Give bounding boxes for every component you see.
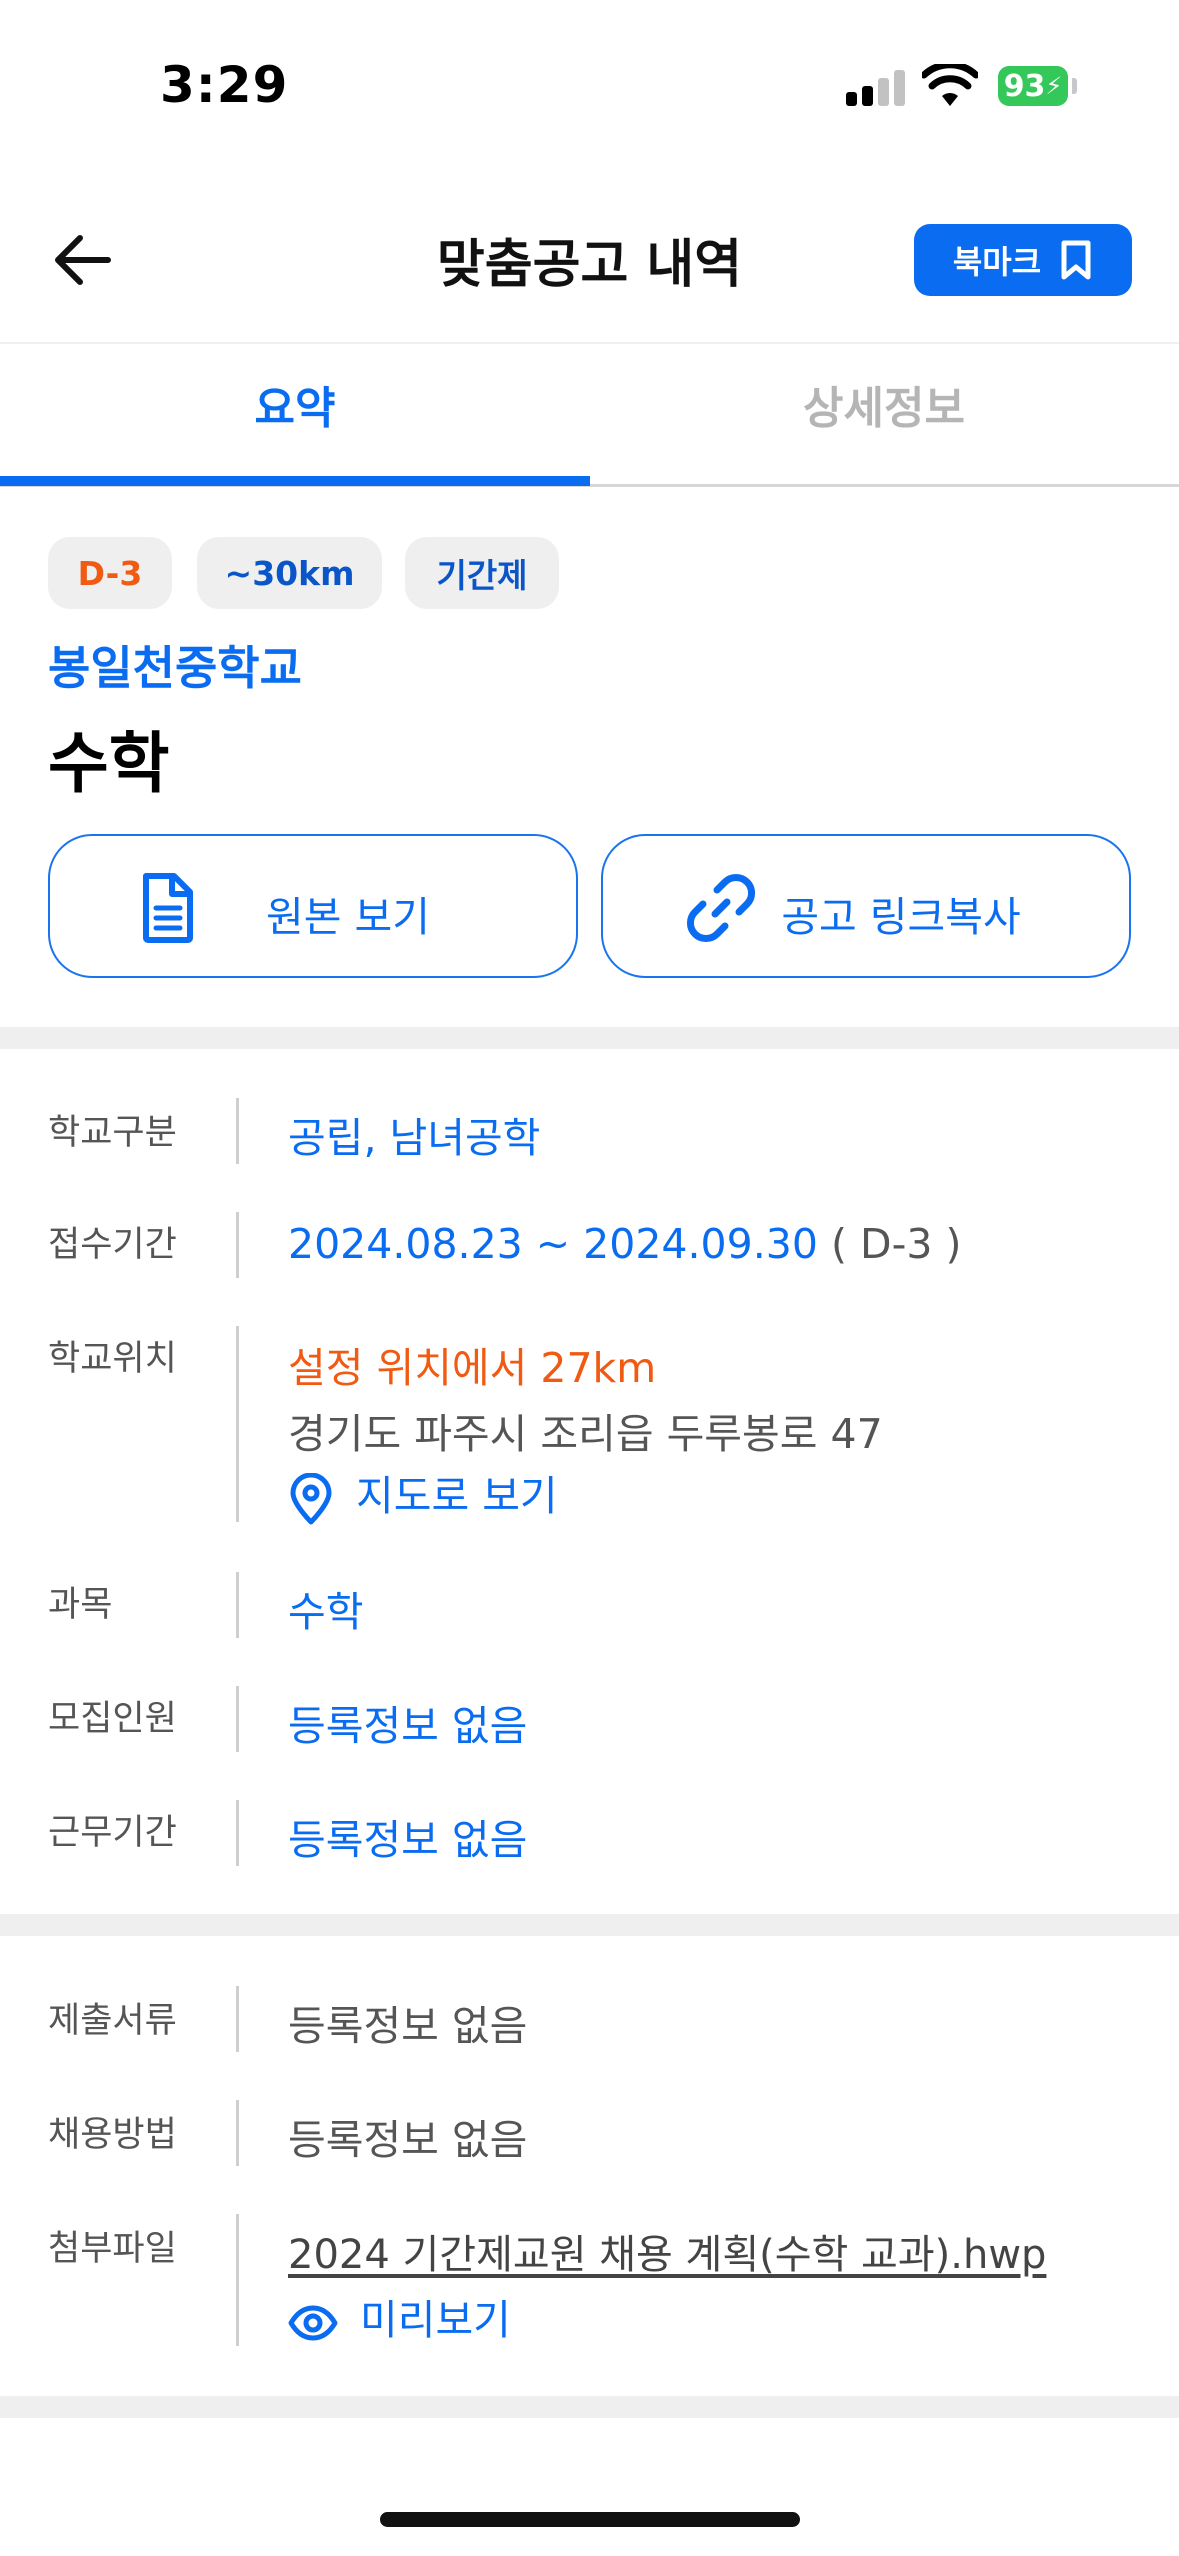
row-divider: [236, 1326, 239, 1522]
period-value: 2024.08.23 ~ 2024.09.30 ( D-3 ): [288, 1220, 961, 1268]
section-separator: [0, 1914, 1179, 1936]
header-divider: [0, 342, 1179, 344]
battery-icon: 93 ⚡: [998, 66, 1068, 106]
view-original-label: 원본 보기: [266, 893, 430, 941]
preview-link[interactable]: 미리보기: [288, 2286, 511, 2346]
period-dates: 2024.08.23 ~ 2024.09.30: [288, 1220, 818, 1268]
recruit-label: 모집인원: [48, 1699, 177, 1739]
employment-type-chip: 기간제: [405, 537, 559, 609]
eye-icon: [288, 2305, 338, 2341]
school-name: 봉일천중학교: [48, 641, 302, 695]
location-distance: 설정 위치에서 27km: [288, 1344, 657, 1392]
school-type-value: 공립, 남녀공학: [288, 1114, 541, 1162]
copy-link-label: 공고 링크복사: [781, 893, 1021, 941]
work-period-value: 등록정보 없음: [288, 1816, 528, 1864]
distance-chip: ~30km: [197, 537, 382, 609]
tab-active-indicator: [0, 476, 590, 486]
bookmark-icon: [1061, 240, 1091, 280]
tab-summary[interactable]: 요약: [0, 372, 590, 436]
period-label: 접수기간: [48, 1225, 177, 1265]
period-dday: ( D-3 ): [830, 1220, 962, 1268]
bookmark-button[interactable]: 북마크: [914, 224, 1132, 296]
view-original-button[interactable]: 원본 보기: [48, 834, 578, 978]
row-divider: [236, 1800, 239, 1866]
status-time: 3:29: [160, 56, 289, 114]
section-separator: [0, 1027, 1179, 1049]
recruit-value: 등록정보 없음: [288, 1702, 528, 1750]
row-divider: [236, 1212, 239, 1278]
map-link-label: 지도로 보기: [356, 1472, 558, 1520]
location-pin-icon: [290, 1473, 332, 1525]
map-link[interactable]: 지도로 보기: [288, 1462, 558, 1525]
method-label: 채용방법: [48, 2115, 177, 2155]
subject-title: 수학: [48, 725, 170, 802]
attachment-label: 첨부파일: [48, 2229, 177, 2269]
dday-chip: D-3: [48, 537, 172, 609]
row-divider: [236, 1098, 239, 1164]
section-separator: [0, 2396, 1179, 2418]
row-divider: [236, 2100, 239, 2166]
work-period-label: 근무기간: [48, 1813, 177, 1853]
battery-cap: [1072, 78, 1077, 94]
location-label: 학교위치: [48, 1339, 177, 1379]
tab-detail[interactable]: 상세정보: [589, 372, 1179, 436]
row-divider: [236, 1986, 239, 2052]
subject-value: 수학: [288, 1588, 364, 1636]
bookmark-label: 북마크: [952, 243, 1042, 281]
row-divider: [236, 1572, 239, 1638]
preview-label: 미리보기: [360, 2296, 511, 2344]
school-type-label: 학교구분: [48, 1113, 177, 1153]
row-divider: [236, 1686, 239, 1752]
attachment-file-link[interactable]: 2024 기간제교원 채용 계획(수학 교과).hwp: [288, 2222, 1046, 2280]
row-divider: [236, 2214, 239, 2346]
wifi-icon: [922, 64, 978, 106]
submit-docs-value: 등록정보 없음: [288, 2002, 528, 2050]
submit-docs-label: 제출서류: [48, 2001, 177, 2041]
cellular-signal-icon: [846, 70, 906, 106]
method-value: 등록정보 없음: [288, 2116, 528, 2164]
copy-link-button[interactable]: 공고 링크복사: [601, 834, 1131, 978]
battery-level: 93: [1003, 68, 1046, 104]
location-address: 경기도 파주시 조리읍 두루봉로 47: [288, 1410, 883, 1458]
home-indicator: [380, 2512, 800, 2527]
subject-label: 과목: [48, 1585, 113, 1625]
